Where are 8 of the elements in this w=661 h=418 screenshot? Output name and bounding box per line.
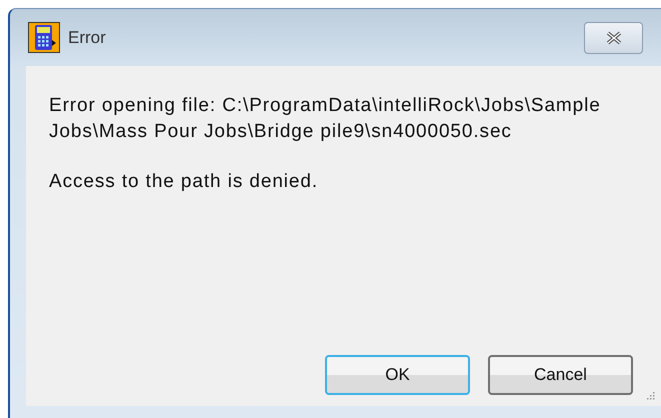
resize-grip-icon bbox=[645, 390, 655, 400]
calculator-icon bbox=[28, 22, 60, 53]
ok-button[interactable]: OK bbox=[325, 355, 470, 395]
error-message: Error opening file: C:\ProgramData\intelliRock\Jobs\Sample Jobs\Mass Pour Jobs\Bridge pile9\sn4000050.sec bbox=[49, 94, 602, 144]
window-title: Error bbox=[68, 28, 107, 48]
error-detail: Access to the path is denied. bbox=[49, 171, 320, 193]
cancel-button[interactable]: Cancel bbox=[488, 355, 633, 395]
close-button[interactable] bbox=[584, 22, 643, 54]
